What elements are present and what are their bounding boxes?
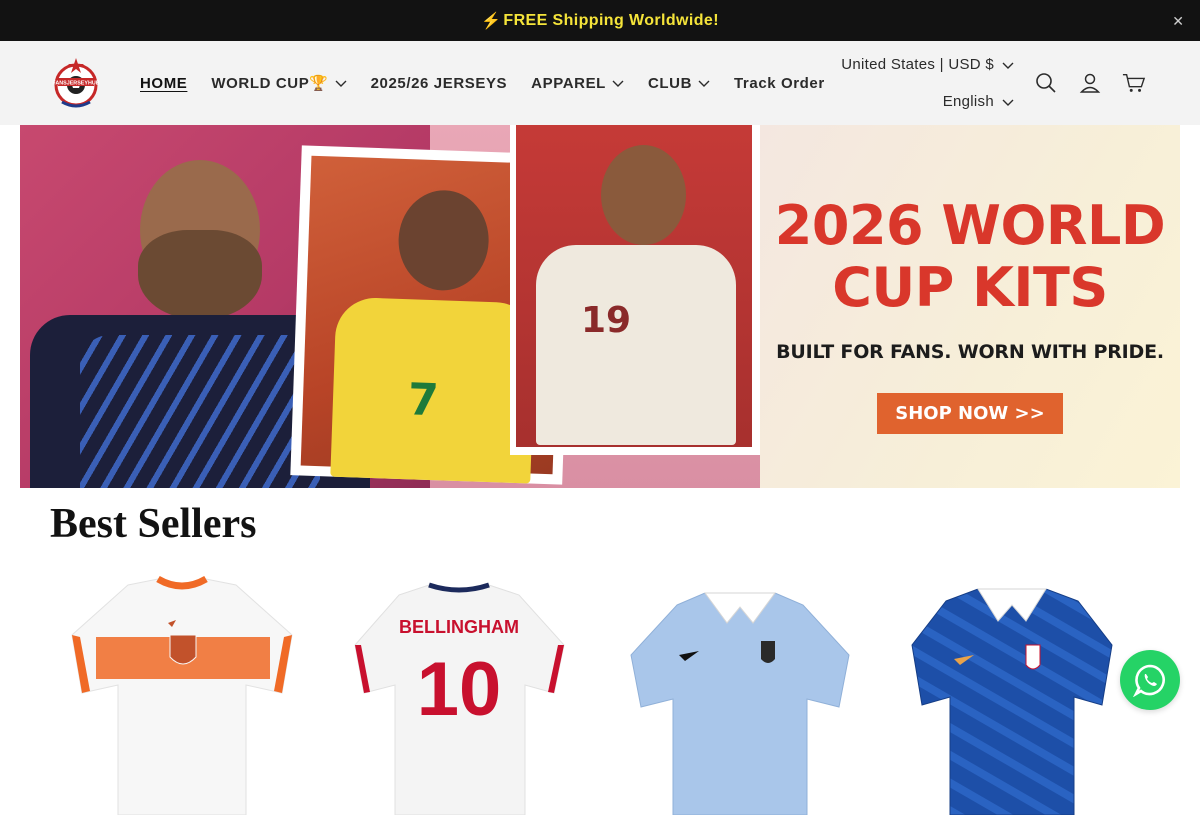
nav-2025-26-jerseys[interactable]: 2025/26 JERSEYS <box>371 75 508 92</box>
jersey-number: 19 <box>581 300 632 341</box>
search-icon[interactable] <box>1034 69 1058 97</box>
product-image <box>910 588 1113 815</box>
language-selector[interactable]: English <box>943 93 1014 110</box>
cart-icon[interactable] <box>1122 69 1146 97</box>
product-image <box>630 592 850 815</box>
logo-wordmark: FANSJERSEYHUB <box>52 81 99 87</box>
nav-label: WORLD CUP🏆 <box>211 75 329 92</box>
product-card[interactable]: BELLINGHAM 10 <box>328 575 593 815</box>
hero-subtitle: BUILT FOR FANS. WORN WITH PRIDE. <box>776 341 1164 363</box>
print-name: BELLINGHAM <box>399 617 519 637</box>
nav-world-cup[interactable]: WORLD CUP🏆 <box>211 74 347 92</box>
close-icon[interactable]: ✕ <box>1172 14 1184 28</box>
nav-apparel[interactable]: APPAREL <box>531 75 624 92</box>
product-card[interactable] <box>885 575 1150 815</box>
nav-track-order[interactable]: Track Order <box>734 75 825 92</box>
nav-label: HOME <box>140 74 188 92</box>
store-logo[interactable]: FANSJERSEYHUB <box>50 56 102 110</box>
hero-title: 2026 WORLD CUP KITS <box>774 194 1166 319</box>
hero-banner[interactable]: 7 19 2026 WORLD CUP KITS BUILT FOR FANS.… <box>20 125 1180 488</box>
product-image: BELLINGHAM 10 <box>353 582 565 815</box>
locale-selectors: United States | USD $ English <box>841 41 1014 125</box>
currency-selector[interactable]: United States | USD $ <box>841 56 1014 73</box>
announcement-message[interactable]: ⚡ FREE Shipping Worldwide! <box>481 11 719 31</box>
nav-label: APPAREL <box>531 74 606 92</box>
header-icons <box>1034 69 1146 97</box>
product-image <box>71 575 293 815</box>
whatsapp-icon <box>1133 664 1165 697</box>
chevron-down-icon <box>612 80 624 87</box>
chevron-down-icon <box>1002 99 1014 106</box>
chevron-down-icon <box>698 80 710 87</box>
product-grid: BELLINGHAM 10 <box>50 575 1150 815</box>
main-nav: HOME WORLD CUP🏆 2025/26 JERSEYS APPAREL … <box>140 41 825 125</box>
language-label: English <box>942 93 994 110</box>
nav-label: 2025/26 JERSEYS <box>370 74 508 92</box>
currency-label: United States | USD $ <box>841 56 994 73</box>
site-header: FANSJERSEYHUB HOME WORLD CUP🏆 2025/26 JE… <box>0 41 1200 125</box>
whatsapp-chat-button[interactable] <box>1120 650 1180 710</box>
lightning-icon: ⚡ <box>481 12 502 30</box>
chevron-down-icon <box>1002 62 1014 69</box>
nav-label: Track Order <box>734 74 825 92</box>
hero-copy: 2026 WORLD CUP KITS BUILT FOR FANS. WORN… <box>760 195 1180 434</box>
nav-label: CLUB <box>647 74 692 92</box>
print-number: 10 <box>416 647 501 732</box>
best-sellers-title: Best Sellers <box>50 501 257 547</box>
nav-home[interactable]: HOME <box>140 75 187 92</box>
product-card[interactable] <box>50 575 315 815</box>
announcement-bar: ⚡ FREE Shipping Worldwide! ✕ <box>0 0 1200 41</box>
shop-now-button[interactable]: SHOP NOW >> <box>877 393 1063 434</box>
jersey-number: 7 <box>407 374 440 427</box>
chevron-down-icon <box>335 80 347 87</box>
nav-club[interactable]: CLUB <box>648 75 710 92</box>
product-card[interactable] <box>607 575 872 815</box>
announcement-text: FREE Shipping Worldwide! <box>503 11 719 29</box>
hero-photo-right: 19 <box>510 125 760 455</box>
account-icon[interactable] <box>1078 69 1102 97</box>
